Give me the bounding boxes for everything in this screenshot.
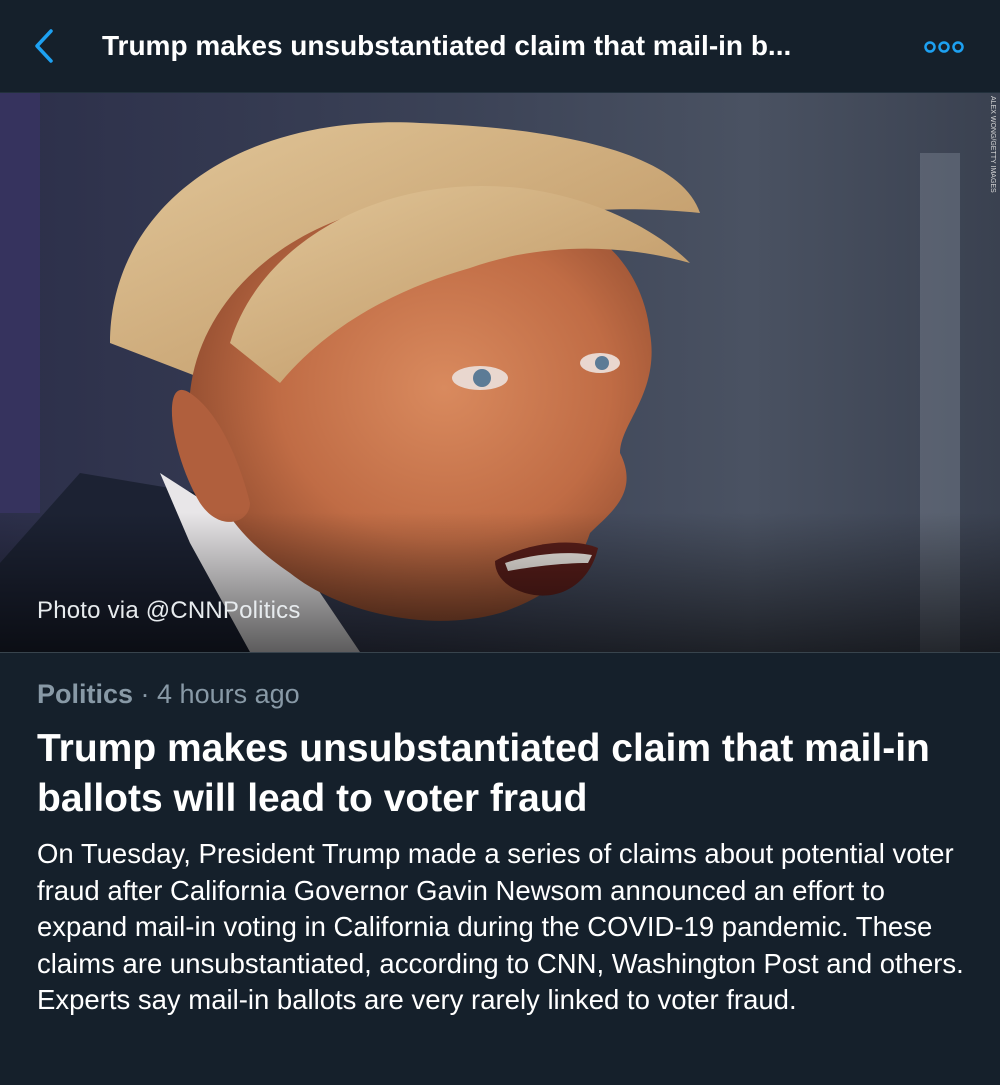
meta-separator: · <box>133 679 158 709</box>
timestamp: 4 hours ago <box>157 679 300 709</box>
back-button[interactable] <box>26 22 62 70</box>
page-title: Trump makes unsubstantiated claim that m… <box>102 30 792 61</box>
article-meta: Politics · 4 hours ago <box>37 676 300 712</box>
more-options-button[interactable] <box>920 30 968 64</box>
portrait-image <box>0 93 1000 652</box>
article-photo[interactable] <box>0 93 1000 652</box>
more-options-icon <box>924 41 964 53</box>
chevron-left-icon <box>35 29 53 63</box>
category-label: Politics <box>37 679 134 709</box>
top-navigation-bar: Trump makes unsubstantiated claim that m… <box>0 0 1000 93</box>
photo-credit: Photo via @CNNPolitics <box>37 597 301 624</box>
photo-watermark: ALEX WONG/GETTY IMAGES <box>989 96 996 193</box>
article-summary: On Tuesday, President Trump made a serie… <box>37 838 964 1015</box>
divider <box>0 652 1000 653</box>
article-headline: Trump makes unsubstantiated claim that m… <box>37 727 930 820</box>
